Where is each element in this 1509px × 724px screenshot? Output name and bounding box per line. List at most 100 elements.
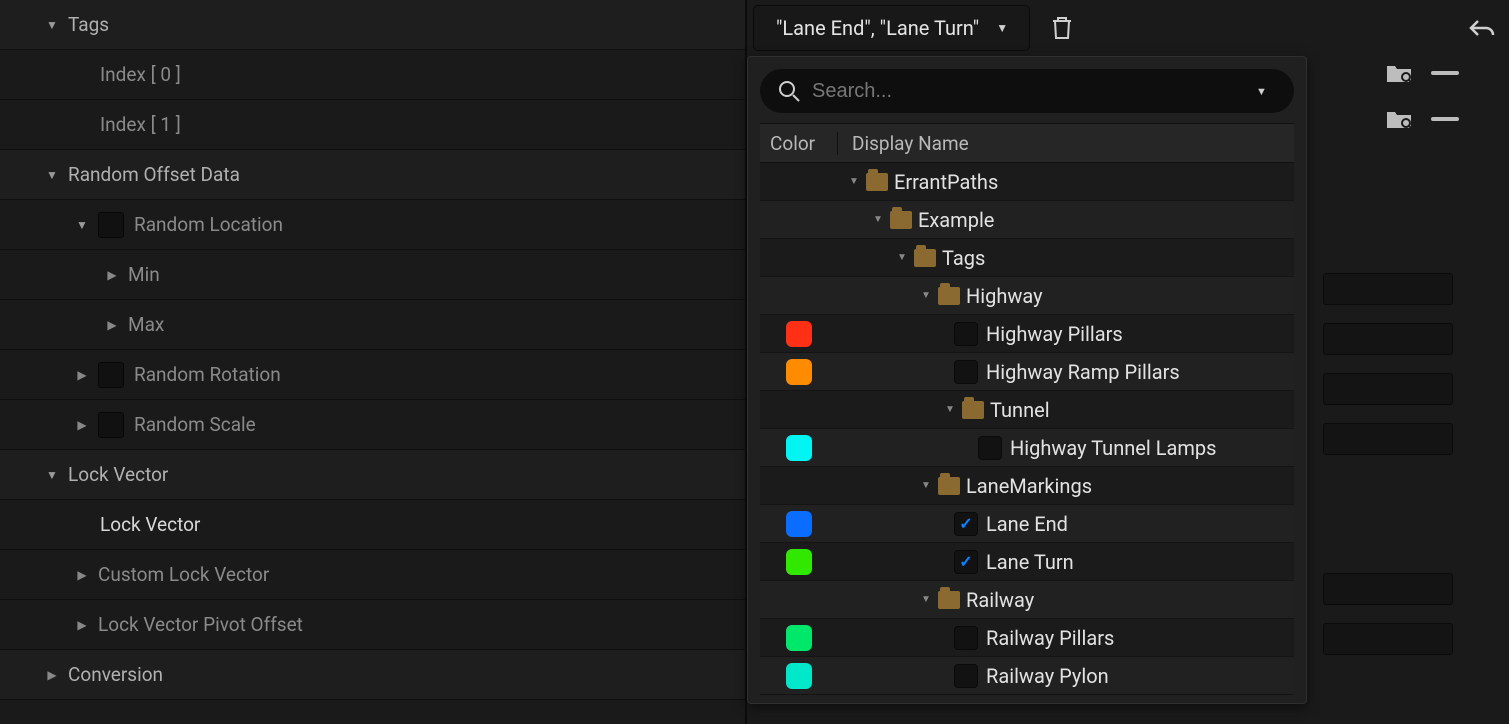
trash-button[interactable] <box>1044 10 1080 46</box>
undo-icon <box>1468 17 1496 41</box>
remove-button[interactable] <box>1431 71 1459 75</box>
random-offset-data-section[interactable]: Random Offset Data <box>0 150 745 200</box>
search-box[interactable] <box>760 69 1294 113</box>
tag-highway-ramp-pillars[interactable]: Highway Ramp Pillars <box>760 353 1294 391</box>
folder-icon <box>938 591 960 609</box>
chevron-down-icon[interactable] <box>916 290 936 301</box>
tag-lane-turn[interactable]: ✓ Lane Turn <box>760 543 1294 581</box>
random-rotation-row[interactable]: Random Rotation <box>0 350 745 400</box>
col-header-color[interactable]: Color <box>760 132 838 155</box>
folder-zoom-icon[interactable] <box>1385 62 1413 84</box>
checkbox[interactable] <box>954 626 978 650</box>
folder-icon <box>938 477 960 495</box>
folder-label: Example <box>918 208 994 232</box>
chevron-down-icon[interactable] <box>1256 83 1276 99</box>
folder-example[interactable]: Example <box>760 201 1294 239</box>
chevron-down-icon[interactable] <box>844 176 864 187</box>
tags-label: Tags <box>68 13 109 36</box>
tag-lane-end[interactable]: ✓ Lane End <box>760 505 1294 543</box>
chevron-right-icon[interactable] <box>70 618 94 632</box>
chevron-down-icon[interactable] <box>940 404 960 415</box>
top-bar: "Lane End", "Lane Turn" <box>747 0 1509 56</box>
search-input[interactable] <box>812 80 1256 103</box>
chevron-right-icon[interactable] <box>70 368 94 382</box>
random-scale-row[interactable]: Random Scale <box>0 400 745 450</box>
chevron-down-icon[interactable] <box>70 218 94 232</box>
tag-dropdown[interactable]: "Lane End", "Lane Turn" <box>753 5 1030 51</box>
folder-tags[interactable]: Tags <box>760 239 1294 277</box>
lock-vector-row[interactable]: Lock Vector <box>0 500 745 550</box>
folder-zoom-icon[interactable] <box>1385 108 1413 130</box>
chevron-right-icon[interactable] <box>100 318 124 332</box>
chevron-down-icon[interactable] <box>892 252 912 263</box>
tag-label: Railway Pylon <box>986 664 1109 688</box>
tags-section[interactable]: Tags <box>0 0 745 50</box>
color-swatch <box>786 663 812 689</box>
folder-icon <box>938 287 960 305</box>
custom-lock-vector-row[interactable]: Custom Lock Vector <box>0 550 745 600</box>
checkbox[interactable] <box>954 664 978 688</box>
browse-row-0 <box>1385 62 1459 84</box>
chevron-down-icon <box>993 19 1011 37</box>
tags-index-0[interactable]: Index [ 0 ] <box>0 50 745 100</box>
max-row[interactable]: Max <box>0 300 745 350</box>
conversion-section[interactable]: Conversion <box>0 650 745 700</box>
checkbox-random-rotation[interactable] <box>98 362 124 388</box>
chevron-down-icon[interactable] <box>916 480 936 491</box>
color-swatch <box>786 549 812 575</box>
color-swatch <box>786 321 812 347</box>
lock-vector-pivot-field[interactable] <box>1323 623 1453 655</box>
max-value-field[interactable] <box>1323 323 1453 355</box>
chevron-down-icon[interactable] <box>916 594 936 605</box>
checkbox[interactable] <box>978 436 1002 460</box>
tags-index-1[interactable]: Index [ 1 ] <box>0 100 745 150</box>
chevron-down-icon[interactable] <box>40 18 64 32</box>
lock-vector-pivot-offset-row[interactable]: Lock Vector Pivot Offset <box>0 600 745 650</box>
color-swatch <box>786 435 812 461</box>
tag-label: Highway Ramp Pillars <box>986 360 1180 384</box>
chevron-right-icon[interactable] <box>70 568 94 582</box>
random-location-row[interactable]: Random Location <box>0 200 745 250</box>
conversion-label: Conversion <box>68 663 163 686</box>
chevron-down-icon[interactable] <box>40 468 64 482</box>
checkbox[interactable] <box>954 360 978 384</box>
chevron-right-icon[interactable] <box>40 668 64 682</box>
tag-label: Lane End <box>986 512 1068 536</box>
min-value-field[interactable] <box>1323 273 1453 305</box>
checkbox-random-scale[interactable] <box>98 412 124 438</box>
min-row[interactable]: Min <box>0 250 745 300</box>
col-header-display-name[interactable]: Display Name <box>838 132 1294 155</box>
tag-railway-pillars[interactable]: Railway Pillars <box>760 619 1294 657</box>
remove-button[interactable] <box>1431 117 1459 121</box>
chevron-right-icon[interactable] <box>70 418 94 432</box>
browse-row-1 <box>1385 108 1459 130</box>
lock-vector-label: Lock Vector <box>100 513 200 536</box>
folder-icon <box>890 211 912 229</box>
folder-errant-paths[interactable]: ErrantPaths <box>760 163 1294 201</box>
checkbox-checked[interactable]: ✓ <box>954 512 978 536</box>
checkbox[interactable] <box>954 322 978 346</box>
tag-highway-tunnel-lamps[interactable]: Highway Tunnel Lamps <box>760 429 1294 467</box>
tag-highway-pillars[interactable]: Highway Pillars <box>760 315 1294 353</box>
checkbox-checked[interactable]: ✓ <box>954 550 978 574</box>
chevron-right-icon[interactable] <box>100 268 124 282</box>
checkbox-random-location[interactable] <box>98 212 124 238</box>
chevron-down-icon[interactable] <box>868 214 888 225</box>
random-rotation-field[interactable] <box>1323 373 1453 405</box>
chevron-down-icon[interactable] <box>40 168 64 182</box>
custom-lock-vector-field[interactable] <box>1323 573 1453 605</box>
lock-vector-pivot-label: Lock Vector Pivot Offset <box>98 613 303 636</box>
folder-tunnel[interactable]: Tunnel <box>760 391 1294 429</box>
undo-button[interactable] <box>1465 12 1499 46</box>
folder-label: LaneMarkings <box>966 474 1092 498</box>
random-scale-field[interactable] <box>1323 423 1453 455</box>
tag-tree: ErrantPaths Example <box>760 163 1294 695</box>
lock-vector-section[interactable]: Lock Vector <box>0 450 745 500</box>
trash-icon <box>1050 15 1074 41</box>
folder-lane-markings[interactable]: LaneMarkings <box>760 467 1294 505</box>
folder-highway[interactable]: Highway <box>760 277 1294 315</box>
folder-railway[interactable]: Railway <box>760 581 1294 619</box>
tag-railway-pylon[interactable]: Railway Pylon <box>760 657 1294 695</box>
search-icon <box>778 80 800 102</box>
color-swatch <box>786 625 812 651</box>
